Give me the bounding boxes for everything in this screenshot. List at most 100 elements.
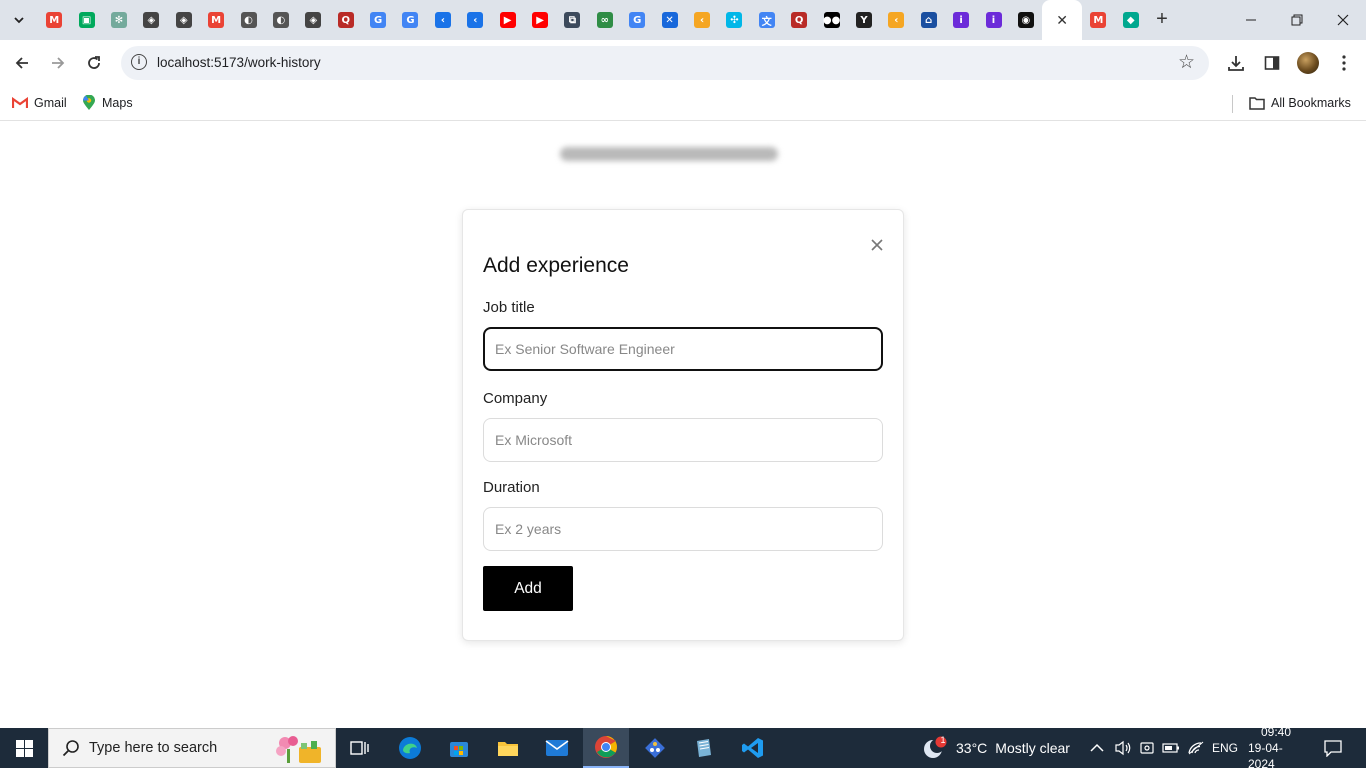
browser-tab[interactable]: ▣ — [70, 0, 102, 40]
browser-tab[interactable]: G — [621, 0, 653, 40]
bookmark-maps[interactable]: Maps — [82, 92, 133, 114]
browser-tab[interactable]: ‹ — [686, 0, 718, 40]
browser-tab[interactable]: ◈ — [168, 0, 200, 40]
browser-tab[interactable]: G — [362, 0, 394, 40]
browser-tab[interactable]: ●● — [815, 0, 847, 40]
browser-menu-button[interactable] — [1330, 49, 1358, 77]
weather-condition: Mostly clear — [995, 740, 1070, 756]
show-hidden-icons-button[interactable] — [1090, 728, 1104, 768]
back-button[interactable] — [8, 49, 36, 77]
all-bookmarks-button[interactable]: All Bookmarks — [1249, 92, 1351, 114]
reload-button[interactable] — [80, 49, 108, 77]
start-button[interactable] — [0, 728, 48, 768]
volume-button[interactable] — [1114, 728, 1132, 768]
address-bar[interactable]: i localhost:5173/work-history ☆ — [121, 46, 1209, 80]
taskbar-vscode[interactable] — [730, 728, 776, 768]
store-icon — [450, 742, 468, 757]
browser-tab[interactable]: ⌂ — [913, 0, 945, 40]
taskbar-notes-app[interactable] — [681, 728, 727, 768]
maps-icon — [83, 95, 95, 110]
clock[interactable]: 09:40 19-04-2024 — [1248, 725, 1304, 768]
taskbar-file-explorer[interactable] — [485, 728, 531, 768]
geeksforgeeks-icon: ∞ — [596, 12, 613, 28]
browser-tab[interactable]: ▶ — [491, 0, 523, 40]
taskbar-store[interactable] — [436, 728, 482, 768]
site-info-icon[interactable]: i — [131, 54, 147, 70]
browser-tab[interactable]: ⧉ — [556, 0, 588, 40]
browser-tab[interactable]: 文 — [751, 0, 783, 40]
browser-tab[interactable]: ✣ — [718, 0, 750, 40]
windows-taskbar: Type here to search 1 33°C Mostly clear — [0, 725, 1366, 768]
job-title-input[interactable] — [483, 327, 883, 371]
bookmark-gmail[interactable]: Gmail — [12, 92, 67, 114]
active-tab[interactable]: ✕ — [1042, 0, 1083, 40]
github-icon: ◉ — [1017, 12, 1034, 28]
address-bar-url[interactable]: localhost:5173/work-history — [157, 55, 321, 70]
task-view-button[interactable] — [337, 728, 383, 768]
profile-button[interactable] — [1294, 49, 1322, 77]
company-input[interactable] — [483, 418, 883, 462]
browser-tab[interactable]: i — [977, 0, 1009, 40]
youtube-icon: ▶ — [499, 12, 516, 28]
taskbar-edge[interactable] — [387, 728, 433, 768]
browser-tab[interactable]: ‹ — [880, 0, 912, 40]
browser-tab[interactable]: i — [945, 0, 977, 40]
tab-search-button[interactable] — [8, 9, 30, 31]
browser-tab[interactable]: ‹ — [427, 0, 459, 40]
side-panel-button[interactable] — [1258, 49, 1286, 77]
minimize-button[interactable] — [1228, 0, 1274, 40]
bookmark-star-icon[interactable]: ☆ — [1178, 51, 1195, 74]
browser-tab[interactable]: ▶ — [524, 0, 556, 40]
browser-tab[interactable]: ◉ — [1010, 0, 1042, 40]
duration-input[interactable] — [483, 507, 883, 551]
browser-tab[interactable]: ‹ — [459, 0, 491, 40]
search-highlight-flowers-icon — [276, 736, 321, 763]
browser-tab[interactable]: M — [38, 0, 70, 40]
restore-button[interactable] — [1274, 0, 1320, 40]
close-dialog-button[interactable] — [867, 235, 887, 255]
language-indicator[interactable]: ENG — [1212, 728, 1238, 768]
close-window-button[interactable] — [1320, 0, 1366, 40]
browser-tab[interactable]: M — [1082, 0, 1114, 40]
browser-tab[interactable]: G — [394, 0, 426, 40]
purple-badge-icon: i — [985, 12, 1002, 28]
restore-icon — [1291, 14, 1303, 26]
notifications-button[interactable] — [1324, 728, 1342, 768]
browser-tab[interactable]: ∞ — [589, 0, 621, 40]
vscode-icon — [742, 738, 763, 758]
browser-tab[interactable]: ✻ — [103, 0, 135, 40]
downloads-button[interactable] — [1222, 49, 1250, 77]
meet-now-button[interactable] — [1139, 728, 1155, 768]
browser-tab[interactable]: Q — [783, 0, 815, 40]
browser-tab[interactable]: M — [200, 0, 232, 40]
add-button[interactable]: Add — [483, 566, 573, 611]
browser-tab[interactable]: Q — [330, 0, 362, 40]
git-diamond-icon — [645, 738, 665, 758]
taskbar-mail[interactable] — [534, 728, 580, 768]
shield-icon: ◈ — [305, 12, 322, 28]
browser-tab[interactable]: ✕ — [653, 0, 685, 40]
browser-tab[interactable]: ◈ — [297, 0, 329, 40]
battery-button[interactable] — [1162, 728, 1180, 768]
browser-tab[interactable]: ◈ — [135, 0, 167, 40]
taskbar-search-placeholder: Type here to search — [89, 740, 218, 756]
taskbar-chrome[interactable] — [583, 728, 629, 768]
weather-widget[interactable]: 1 33°C Mostly clear — [922, 728, 1070, 768]
taskbar-search[interactable]: Type here to search — [48, 728, 336, 768]
new-tab-button[interactable]: + — [1150, 8, 1174, 32]
mail-icon — [545, 740, 569, 756]
bank-icon: ⌂ — [920, 12, 937, 28]
bookmark-gmail-label: Gmail — [34, 96, 67, 110]
browser-tab[interactable]: Y — [848, 0, 880, 40]
forward-button[interactable] — [44, 49, 72, 77]
chatgpt-icon: ✻ — [110, 12, 127, 28]
duration-label: Duration — [483, 479, 540, 496]
browser-tab[interactable]: ◐ — [265, 0, 297, 40]
browser-tab[interactable]: ◆ — [1115, 0, 1147, 40]
browser-tab[interactable]: ◐ — [232, 0, 264, 40]
taskbar-git-tool[interactable] — [632, 728, 678, 768]
network-button[interactable] — [1187, 728, 1205, 768]
puzzle-icon: ✣ — [726, 12, 743, 28]
close-tab-icon[interactable]: ✕ — [1056, 12, 1068, 29]
weather-alert-count: 1 — [940, 735, 946, 745]
